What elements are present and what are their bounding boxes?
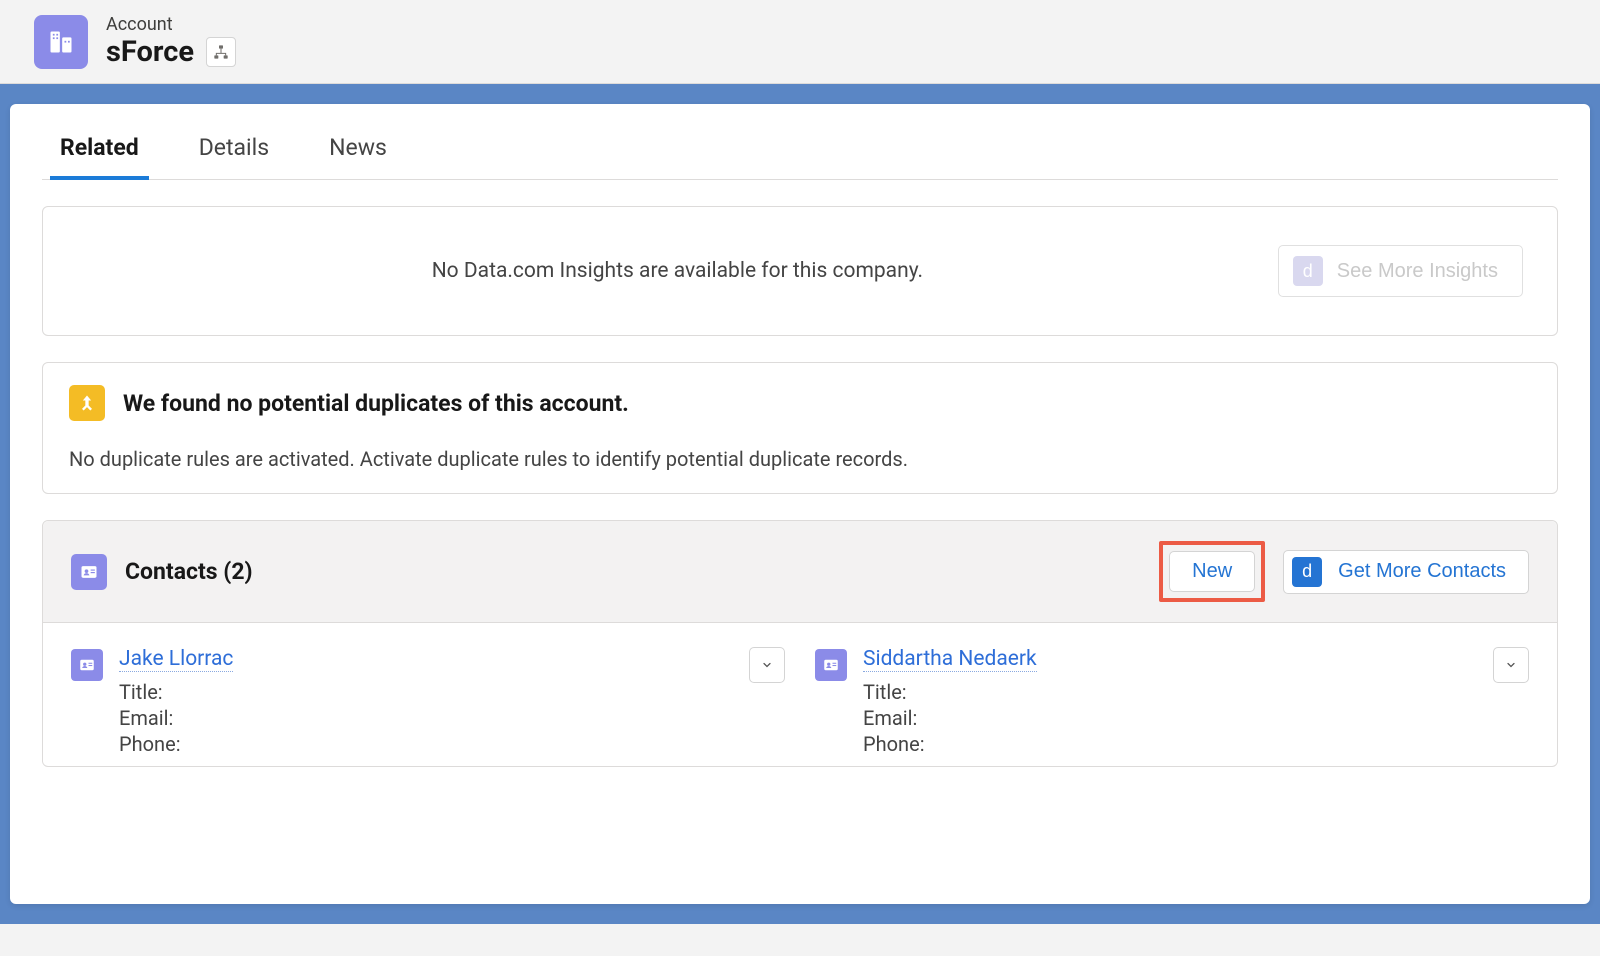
get-more-contacts-button[interactable]: d Get More Contacts xyxy=(1283,550,1529,594)
contacts-body: Jake Llorrac Title: Email: Phone: xyxy=(43,623,1557,766)
new-contact-button[interactable]: New xyxy=(1169,551,1255,592)
contacts-actions: New d Get More Contacts xyxy=(1159,541,1529,602)
duplicates-description: No duplicate rules are activated. Activa… xyxy=(69,447,1531,471)
contact-row-menu[interactable] xyxy=(749,647,785,683)
entity-name: sForce xyxy=(106,35,194,69)
duplicates-panel: We found no potential duplicates of this… xyxy=(42,362,1558,494)
contact-icon xyxy=(71,554,107,590)
tab-details[interactable]: Details xyxy=(199,134,269,179)
contact-name-link[interactable]: Jake Llorrac xyxy=(119,647,233,672)
header-text: Account sForce xyxy=(106,14,236,69)
entity-type-label: Account xyxy=(106,14,236,35)
insights-empty-text: No Data.com Insights are available for t… xyxy=(77,259,1278,283)
contact-title-field: Title: xyxy=(863,680,1529,704)
contact-email-field: Email: xyxy=(119,706,785,730)
duplicates-title: We found no potential duplicates of this… xyxy=(123,390,629,417)
contact-name-link[interactable]: Siddartha Nedaerk xyxy=(863,647,1037,672)
record-header: Account sForce xyxy=(0,0,1600,84)
hierarchy-button[interactable] xyxy=(206,37,236,67)
contact-phone-field: Phone: xyxy=(863,732,1529,756)
contacts-title: Contacts (2) xyxy=(125,558,253,585)
insights-panel: No Data.com Insights are available for t… xyxy=(42,206,1558,336)
tab-bar: Related Details News xyxy=(42,104,1558,180)
contact-row-menu[interactable] xyxy=(1493,647,1529,683)
account-icon xyxy=(34,15,88,69)
contact-email-field: Email: xyxy=(863,706,1529,730)
new-contact-label: New xyxy=(1192,560,1232,582)
contact-icon xyxy=(71,649,103,681)
main-card: Related Details News No Data.com Insight… xyxy=(10,104,1590,904)
chevron-down-icon xyxy=(761,659,773,671)
contact-phone-field: Phone: xyxy=(119,732,785,756)
contact-icon xyxy=(815,649,847,681)
datacom-icon: d xyxy=(1292,557,1322,587)
tab-news[interactable]: News xyxy=(329,134,387,179)
new-button-highlight: New xyxy=(1159,541,1265,602)
duplicates-header: We found no potential duplicates of this… xyxy=(69,385,1531,421)
tab-related[interactable]: Related xyxy=(60,134,139,179)
merge-icon xyxy=(69,385,105,421)
content-band: Related Details News No Data.com Insight… xyxy=(0,84,1600,924)
contacts-header: Contacts (2) New d Get More Contacts xyxy=(43,521,1557,623)
contact-card: Jake Llorrac Title: Email: Phone: xyxy=(71,647,785,756)
get-more-contacts-label: Get More Contacts xyxy=(1338,560,1506,583)
chevron-down-icon xyxy=(1505,659,1517,671)
hierarchy-icon xyxy=(213,44,229,60)
datacom-icon: d xyxy=(1293,256,1323,286)
contact-title-field: Title: xyxy=(119,680,785,704)
see-more-insights-button[interactable]: d See More Insights xyxy=(1278,245,1523,297)
see-more-insights-label: See More Insights xyxy=(1337,260,1498,283)
contacts-panel: Contacts (2) New d Get More Contacts xyxy=(42,520,1558,767)
contact-card: Siddartha Nedaerk Title: Email: Phone: xyxy=(815,647,1529,756)
